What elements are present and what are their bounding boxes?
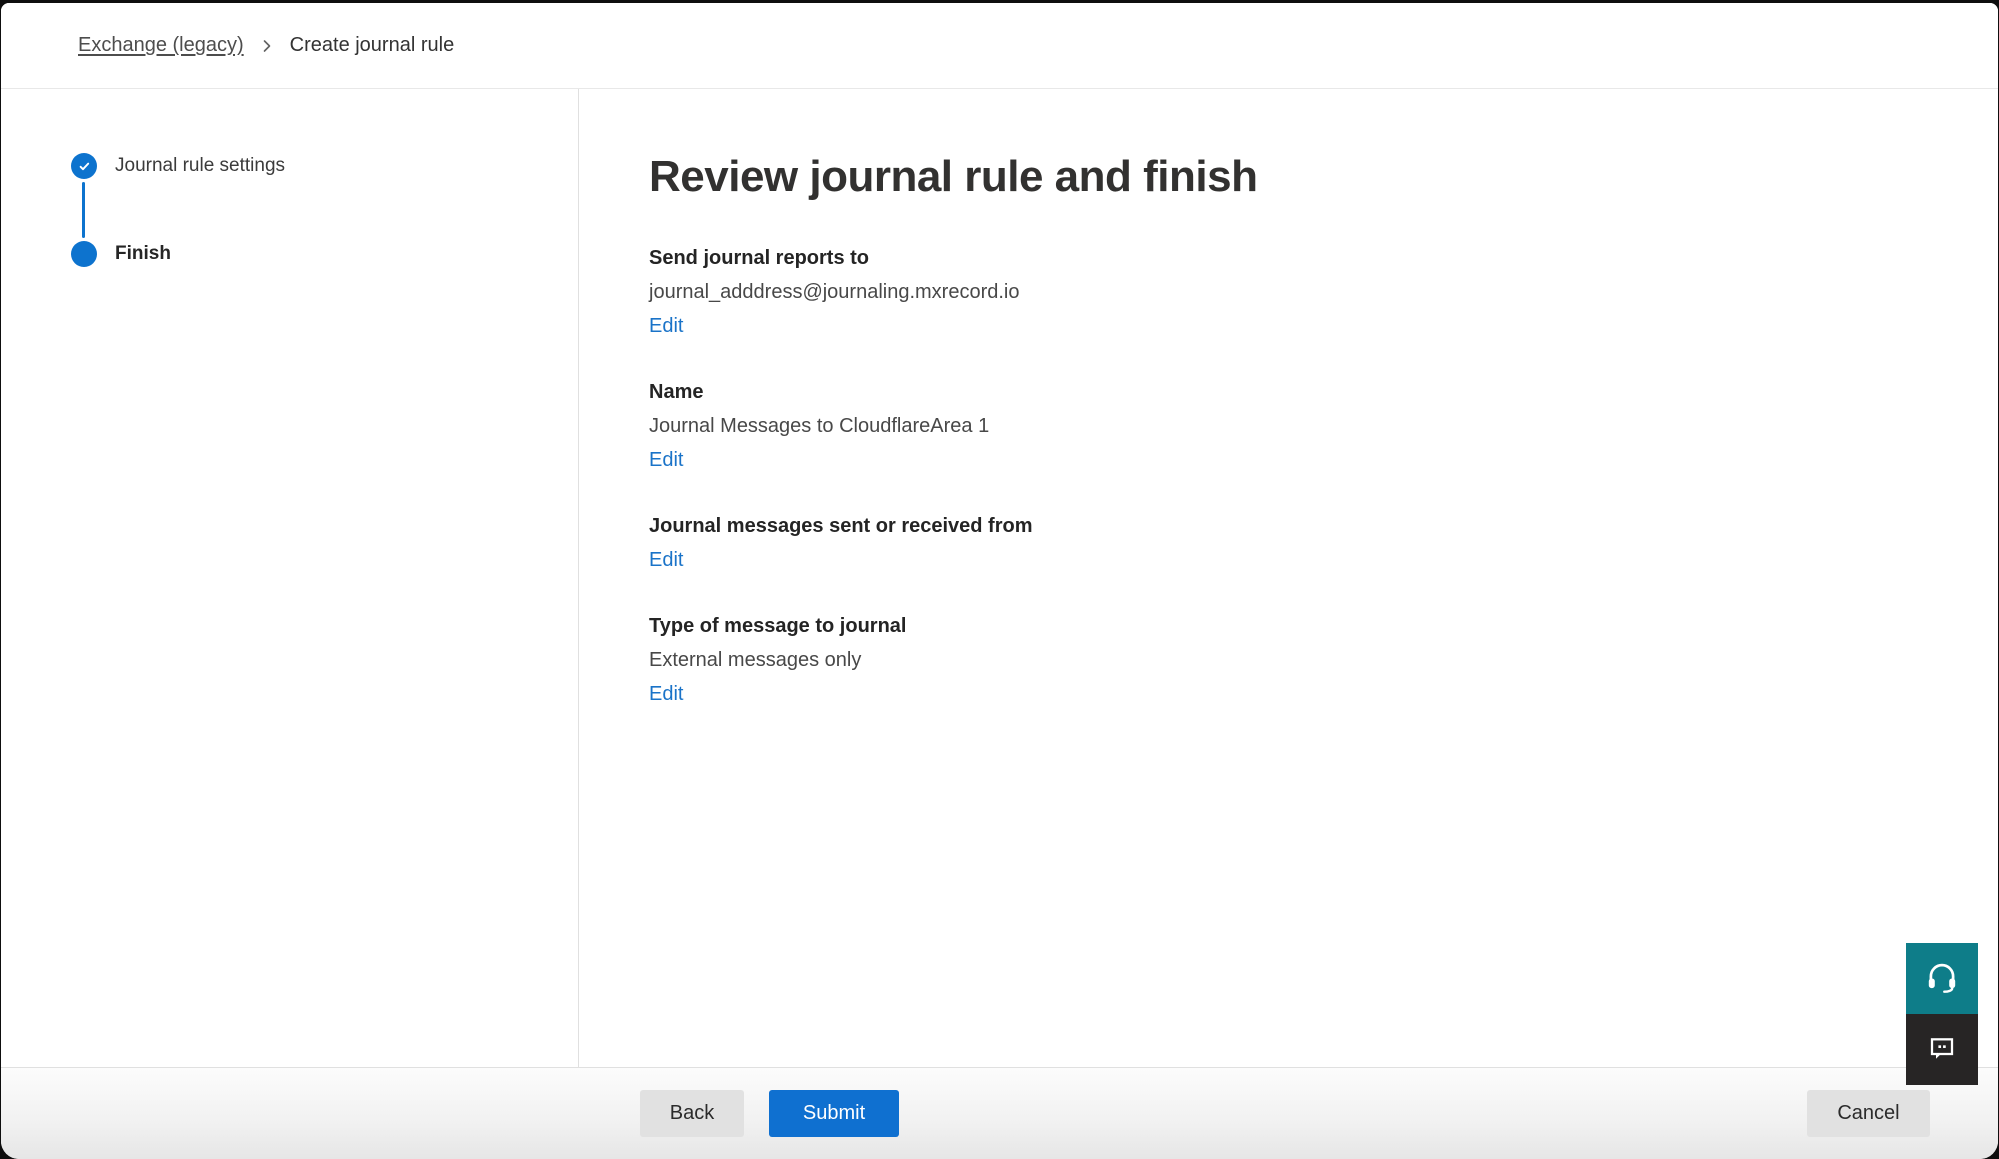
wizard-step-label: Finish xyxy=(115,243,171,265)
step-connector xyxy=(82,182,85,238)
review-section-sent-or-received-from: Journal messages sent or received from E… xyxy=(649,509,1998,577)
review-pane: Review journal rule and finish Send jour… xyxy=(579,89,1998,1067)
section-label: Name xyxy=(649,375,1998,409)
help-support-button[interactable] xyxy=(1906,943,1978,1014)
section-label: Journal messages sent or received from xyxy=(649,509,1998,543)
section-label: Send journal reports to xyxy=(649,241,1998,275)
footer-action-bar: Back Submit Cancel xyxy=(1,1067,1998,1159)
submit-button[interactable]: Submit xyxy=(769,1090,899,1137)
wizard-step-label: Journal rule settings xyxy=(115,155,285,177)
headset-icon xyxy=(1924,959,1960,998)
content-area: Journal rule settings Finish Review jour… xyxy=(1,89,1998,1067)
wizard-step-journal-rule-settings[interactable]: Journal rule settings xyxy=(71,153,578,179)
completed-step-check-icon xyxy=(71,153,97,179)
edit-link[interactable]: Edit xyxy=(649,443,683,477)
current-step-dot-icon xyxy=(71,241,97,267)
review-section-name: Name Journal Messages to CloudflareArea … xyxy=(649,375,1998,477)
edit-link[interactable]: Edit xyxy=(649,677,683,711)
breadcrumb-current: Create journal rule xyxy=(290,34,455,57)
section-label: Type of message to journal xyxy=(649,609,1998,643)
cancel-button[interactable]: Cancel xyxy=(1807,1090,1930,1137)
section-value: journal_adddress@journaling.mxrecord.io xyxy=(649,275,1998,309)
edit-link[interactable]: Edit xyxy=(649,543,683,577)
breadcrumb-exchange-legacy[interactable]: Exchange (legacy) xyxy=(78,34,244,57)
wizard-step-finish[interactable]: Finish xyxy=(71,241,578,267)
back-button[interactable]: Back xyxy=(640,1090,744,1137)
feedback-icon xyxy=(1926,1032,1958,1067)
edit-link[interactable]: Edit xyxy=(649,309,683,343)
page-title: Review journal rule and finish xyxy=(649,151,1998,203)
floating-rail xyxy=(1906,943,1978,1085)
create-journal-rule-window: Exchange (legacy) Create journal rule Jo… xyxy=(1,3,1998,1159)
breadcrumb: Exchange (legacy) Create journal rule xyxy=(1,3,1998,89)
feedback-button[interactable] xyxy=(1906,1014,1978,1085)
chevron-right-icon xyxy=(259,38,275,54)
review-section-message-type: Type of message to journal External mess… xyxy=(649,609,1998,711)
section-value: Journal Messages to CloudflareArea 1 xyxy=(649,409,1998,443)
section-value: External messages only xyxy=(649,643,1998,677)
wizard-steps-sidebar: Journal rule settings Finish xyxy=(1,89,579,1067)
review-section-send-reports-to: Send journal reports to journal_adddress… xyxy=(649,241,1998,343)
